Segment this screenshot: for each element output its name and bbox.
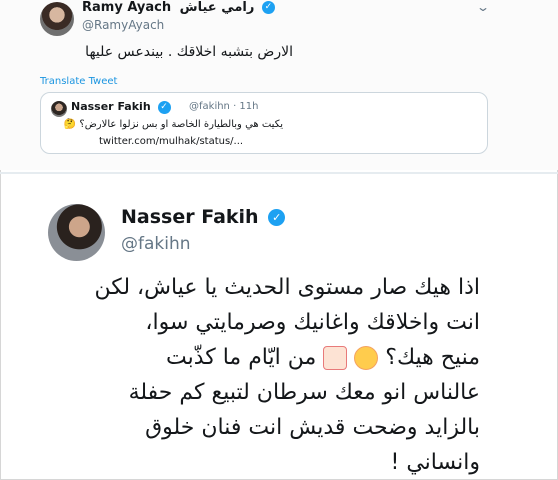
quoted-author-name: Nasser Fakih ✓ [71, 100, 171, 114]
avatar [51, 101, 67, 117]
quoted-author-handle: @fakihn · 11h [189, 101, 259, 112]
divider [0, 172, 558, 174]
author-name-row[interactable]: Nasser Fakih ✓ [121, 206, 286, 228]
verified-badge-icon: ✓ [157, 100, 171, 114]
avatar[interactable] [48, 204, 105, 261]
quoted-tweet-link[interactable]: twitter.com/mulhak/status/... [99, 136, 243, 147]
quoted-tweet-card[interactable]: Nasser Fakih ✓ @fakihn · 11h يكيت هي وبا… [40, 92, 488, 154]
tweet-text-fragment: منيح هيك؟ [385, 345, 480, 370]
author-name: Ramy Ayach [82, 0, 172, 15]
smiling-face-icon [354, 346, 379, 370]
tweet-text: الارض بتشبه اخلاقك . بيندعس عليها [85, 44, 293, 60]
quoted-tweet-text: يكيت هي وبالطيارة الخاصة او بس نزلوا عال… [63, 119, 283, 130]
author-handle[interactable]: @RamyAyach [82, 18, 164, 32]
tweet-line: عالناس انو معك سرطان لتبيع كم حفلة [128, 380, 480, 405]
verified-badge-icon: ✓ [268, 209, 286, 226]
avatar[interactable] [40, 2, 74, 36]
author-handle[interactable]: @fakihn [121, 234, 191, 254]
quoted-reply-tweet[interactable]: Ramy Ayach رامي عياش ✓ @RamyAyach ⌄ الار… [0, 0, 558, 170]
tweet-body: اذا هيك صار مستوى الحديث يا عياش، لكن ان… [40, 270, 480, 480]
verified-badge-icon: ✓ [261, 1, 275, 14]
author-name-arabic: رامي عياش [179, 0, 255, 15]
tweet-line: منيح هيك؟ من ايّام ما كذّبت [40, 340, 480, 375]
person-shrugging-icon [323, 346, 348, 370]
author-name-row[interactable]: Ramy Ayach رامي عياش ✓ [82, 0, 275, 15]
tweet-line: انت واخلاقك واغانيك وصرمايتي سوا، [145, 310, 480, 335]
author-name: Nasser Fakih [121, 206, 259, 228]
translate-tweet-link[interactable]: Translate Tweet [40, 76, 117, 87]
chevron-down-icon[interactable]: ⌄ [476, 0, 490, 14]
tweet-line: وانساني ! [390, 450, 480, 475]
tweet-text-fragment: من ايّام ما كذّبت [165, 345, 317, 370]
tweet-line: بالزايد وضحت قديش انت فنان خلوق [145, 415, 480, 440]
tweet-line: اذا هيك صار مستوى الحديث يا عياش، لكن [94, 275, 480, 300]
